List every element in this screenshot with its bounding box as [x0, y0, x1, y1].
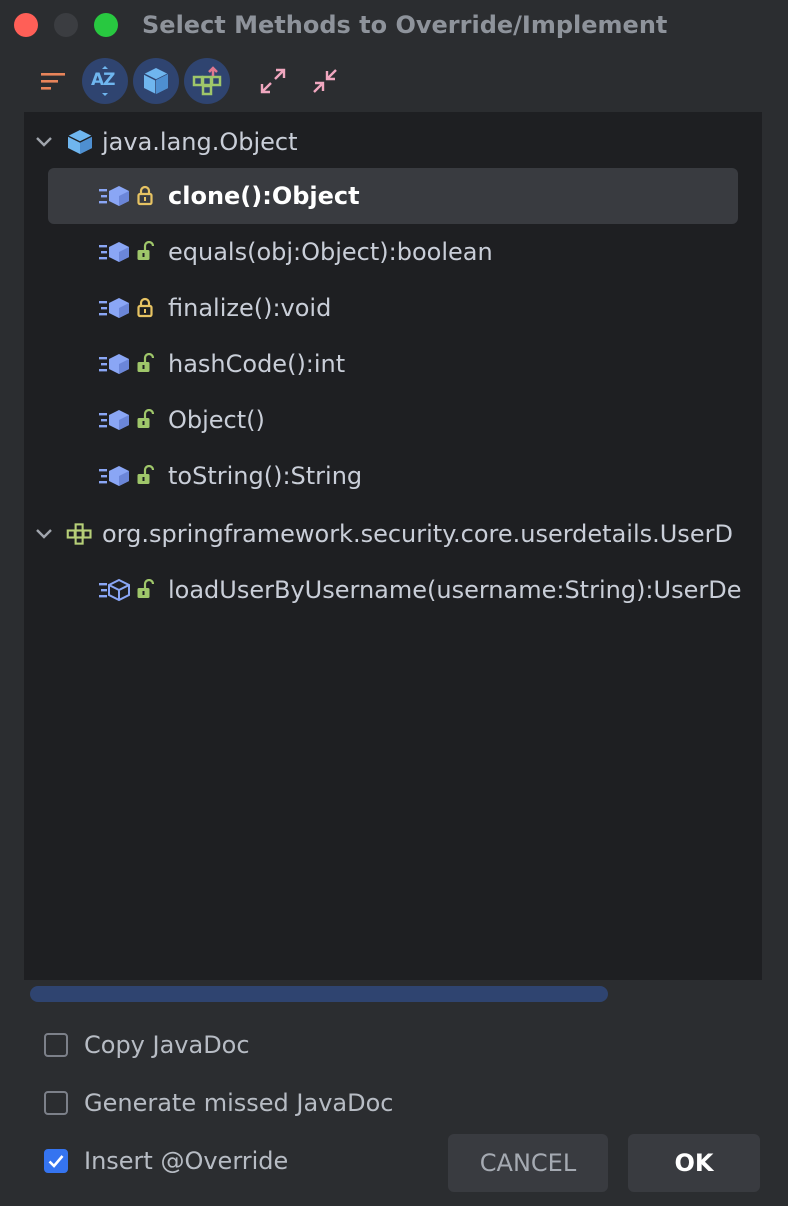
method-item-object-constructor[interactable]: Object(): [24, 392, 762, 448]
method-icon: [99, 410, 129, 430]
tree-group-label: org.springframework.security.core.userde…: [102, 520, 733, 548]
generate-missed-javadoc-checkbox[interactable]: [44, 1091, 68, 1115]
copy-javadoc-checkbox[interactable]: [44, 1033, 68, 1057]
method-label: finalize():void: [168, 294, 332, 322]
method-label: equals(obj:Object):boolean: [168, 238, 493, 266]
collapse-all-icon: [313, 69, 337, 93]
method-item-clone[interactable]: clone():Object: [24, 168, 762, 224]
class-icon: [143, 68, 169, 94]
lock-locked-icon: [137, 297, 153, 318]
lock-unlocked-icon: [137, 465, 154, 484]
minimize-window-button[interactable]: [54, 13, 78, 37]
close-window-button[interactable]: [14, 13, 38, 37]
class-icon: [67, 130, 93, 154]
chevron-down-icon[interactable]: [34, 523, 54, 543]
lock-locked-icon: [137, 185, 153, 206]
dialog-title: Select Methods to Override/Implement: [142, 11, 668, 39]
method-item-equals[interactable]: equals(obj:Object):boolean: [24, 224, 762, 280]
lock-unlocked-icon: [137, 241, 154, 260]
lock-unlocked-icon: [137, 409, 154, 428]
collapse-all-button[interactable]: [302, 58, 348, 104]
show-classes-button[interactable]: [133, 58, 179, 104]
method-label: hashCode():int: [168, 350, 346, 378]
show-hierarchy-button[interactable]: [184, 58, 230, 104]
chevron-down-icon[interactable]: [34, 131, 54, 151]
method-item-tostring[interactable]: toString():String: [24, 448, 762, 504]
sort-button[interactable]: [30, 58, 76, 104]
method-label: loadUserByUsername(username:String):User…: [168, 576, 742, 604]
ok-button[interactable]: OK: [628, 1134, 760, 1192]
expand-all-button[interactable]: [250, 58, 296, 104]
sort-icon: [41, 73, 65, 90]
title-bar: Select Methods to Override/Implement: [0, 0, 788, 50]
method-icon: [99, 298, 129, 318]
tree-group-userdetailsservice[interactable]: org.springframework.security.core.userde…: [24, 506, 762, 562]
checkmark-icon: [48, 1155, 64, 1168]
expand-all-icon: [260, 68, 286, 94]
tree-group-java-lang-object[interactable]: java.lang.Object: [24, 114, 762, 170]
method-icon: [99, 354, 129, 374]
method-item-loaduserbyusername[interactable]: loadUserByUsername(username:String):User…: [24, 562, 762, 618]
lock-unlocked-icon: [137, 353, 154, 372]
interface-icon: [66, 523, 92, 545]
cancel-button[interactable]: CANCEL: [448, 1134, 608, 1192]
method-item-hashcode[interactable]: hashCode():int: [24, 336, 762, 392]
method-label: toString():String: [168, 462, 363, 490]
method-icon: [99, 466, 129, 486]
generate-missed-javadoc-label: Generate missed JavaDoc: [84, 1089, 394, 1117]
lock-unlocked-icon: [137, 579, 154, 598]
insert-override-label: Insert @Override: [84, 1147, 289, 1175]
copy-javadoc-label: Copy JavaDoc: [84, 1031, 250, 1059]
method-label: Object(): [168, 406, 265, 434]
method-icon: [99, 242, 129, 262]
method-icon: [99, 186, 129, 206]
toolbar: AZ: [0, 58, 788, 106]
abstract-method-icon: [99, 578, 130, 602]
sort-alphabetically-button[interactable]: AZ: [82, 58, 128, 104]
tree-group-label: java.lang.Object: [102, 128, 298, 156]
sort-alphabetically-icon: AZ: [88, 64, 122, 98]
show-hierarchy-icon: [192, 66, 222, 96]
dialog-window: Select Methods to Override/Implement AZ: [0, 0, 788, 1206]
method-item-finalize[interactable]: finalize():void: [24, 280, 762, 336]
horizontal-scrollbar[interactable]: [30, 986, 608, 1002]
method-label: clone():Object: [168, 182, 360, 210]
maximize-window-button[interactable]: [94, 13, 118, 37]
method-tree[interactable]: java.lang.Object clone():Object equals(o…: [24, 112, 762, 980]
insert-override-checkbox[interactable]: [44, 1149, 68, 1173]
